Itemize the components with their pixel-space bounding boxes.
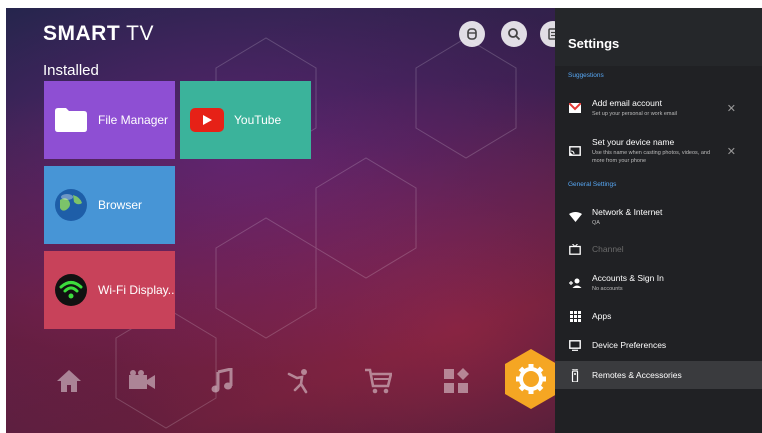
suggestion-add-email[interactable]: Add email account Set up your personal o… (555, 92, 762, 124)
installed-heading: Installed (43, 62, 99, 79)
app-tile-wifi-display[interactable]: Wi-Fi Display.. (44, 251, 175, 329)
cast-icon (568, 144, 582, 158)
search-icon[interactable] (501, 21, 527, 47)
general-settings-label: General Settings (568, 181, 617, 188)
row-title: Network & Internet (592, 206, 663, 217)
sports-icon[interactable] (282, 366, 318, 396)
settings-title: Settings (555, 8, 762, 66)
row-title: Device Preferences (592, 340, 667, 350)
settings-panel: Settings Suggestions Add email account S… (555, 8, 762, 433)
settings-item-remotes[interactable]: Remotes & Accessories (555, 361, 762, 389)
home-icon[interactable] (51, 366, 87, 396)
app-tile-file-manager[interactable]: File Manager (44, 81, 175, 159)
settings-item-apps[interactable]: Apps (555, 307, 762, 325)
row-subtitle: Set up your personal or work email (592, 110, 677, 117)
app-label: YouTube (234, 113, 282, 127)
youtube-icon (190, 108, 224, 132)
settings-icon[interactable] (504, 348, 558, 410)
row-title: Apps (592, 311, 612, 321)
suggestions-label: Suggestions (568, 72, 604, 79)
row-title: Accounts & Sign In (592, 272, 664, 283)
apps-grid-icon[interactable] (438, 366, 474, 396)
row-title: Channel (592, 244, 624, 254)
video-icon[interactable] (124, 366, 160, 396)
apps-icon (568, 309, 582, 323)
settings-item-channel: Channel (555, 240, 762, 258)
row-title: Remotes & Accessories (592, 370, 682, 380)
globe-icon (54, 188, 88, 222)
dismiss-icon[interactable]: ✕ (727, 102, 736, 115)
brand-logo: SMART TV (43, 22, 154, 45)
shopping-cart-icon[interactable] (360, 366, 396, 396)
wifi-signal-icon (568, 210, 582, 224)
monitor-icon (568, 338, 582, 352)
app-label: File Manager (98, 113, 169, 127)
tv-icon (568, 242, 582, 256)
folder-icon (54, 107, 88, 133)
app-tile-browser[interactable]: Browser (44, 166, 175, 244)
input-source-icon[interactable] (459, 21, 485, 47)
app-label: Browser (98, 198, 143, 212)
settings-item-device-preferences[interactable]: Device Preferences (555, 336, 762, 354)
dismiss-icon[interactable]: ✕ (727, 145, 736, 158)
music-icon[interactable] (204, 366, 240, 396)
wifi-icon (54, 273, 88, 307)
email-icon (568, 101, 582, 115)
row-subtitle: QA (592, 219, 600, 226)
app-tile-youtube[interactable]: YouTube (180, 81, 311, 159)
row-title: Add email account (592, 97, 662, 108)
app-label: Wi-Fi Display.. (98, 283, 175, 297)
row-title: Set your device name (592, 137, 675, 148)
settings-item-accounts[interactable]: Accounts & Sign In No accounts (555, 270, 762, 296)
remote-icon (568, 368, 582, 382)
suggestion-device-name[interactable]: Set your device name Use this name when … (555, 134, 762, 168)
add-person-icon (568, 276, 582, 290)
row-subtitle: Use this name when casting photos, video… (592, 150, 711, 164)
row-subtitle: No accounts (592, 285, 623, 292)
settings-item-network[interactable]: Network & Internet QA (555, 203, 762, 231)
